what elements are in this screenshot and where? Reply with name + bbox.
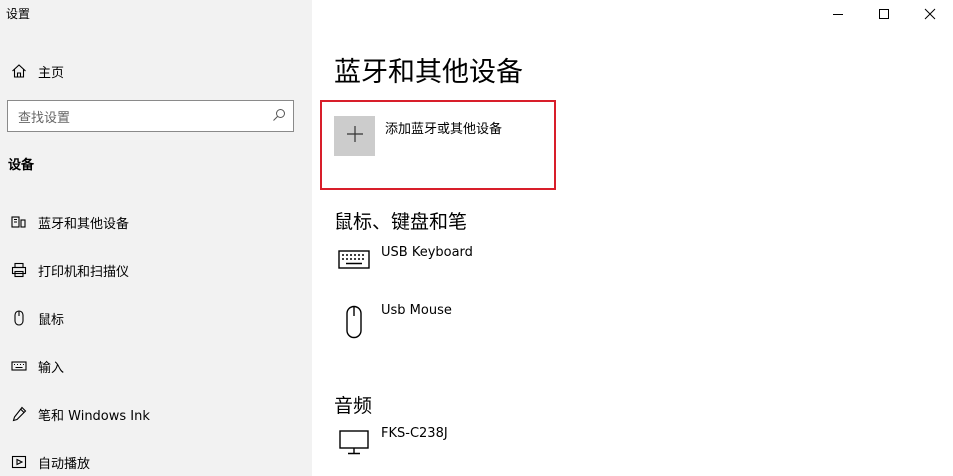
device-name: USB Keyboard (381, 245, 473, 260)
device-name: Usb Mouse (381, 303, 452, 318)
monitor-icon (334, 428, 374, 456)
device-item-keyboard[interactable]: USB Keyboard (334, 245, 473, 271)
search-icon[interactable] (272, 107, 286, 126)
minimize-icon (832, 5, 844, 24)
sidebar: 设置 主页 查找设置 设备 蓝牙和其他设备 打印机和扫描仪 鼠标 输入 笔和 W… (0, 0, 312, 476)
sidebar-item-label: 蓝牙和其他设备 (38, 216, 130, 232)
section-title: 设备 (8, 158, 35, 173)
home-nav-item[interactable]: 主页 (0, 56, 312, 86)
mouse-icon (0, 310, 38, 326)
maximize-icon (878, 5, 890, 24)
page-title: 蓝牙和其他设备 (334, 57, 523, 88)
home-label: 主页 (38, 65, 65, 81)
app-title: 设置 (6, 7, 31, 21)
bluetooth-devices-icon (0, 214, 38, 230)
sidebar-item-pen[interactable]: 笔和 Windows Ink (0, 399, 312, 429)
group-title-audio: 音频 (334, 395, 373, 417)
device-item-mouse[interactable]: Usb Mouse (334, 303, 452, 339)
printer-icon (0, 262, 38, 278)
sidebar-item-autoplay[interactable]: 自动播放 (0, 447, 312, 476)
search-placeholder: 查找设置 (18, 110, 71, 126)
sidebar-item-label: 自动播放 (38, 456, 91, 472)
sidebar-item-printers[interactable]: 打印机和扫描仪 (0, 255, 312, 285)
sidebar-item-mouse[interactable]: 鼠标 (0, 303, 312, 333)
group-title-input-devices: 鼠标、键盘和笔 (334, 211, 468, 233)
minimize-button[interactable] (815, 0, 860, 28)
close-icon (924, 5, 936, 24)
search-input[interactable]: 查找设置 (7, 100, 294, 132)
autoplay-icon (0, 454, 38, 470)
sidebar-item-label: 打印机和扫描仪 (38, 264, 130, 280)
add-device-label[interactable]: 添加蓝牙或其他设备 (385, 118, 502, 137)
add-device-button[interactable] (334, 116, 375, 156)
keyboard-icon (0, 358, 38, 374)
sidebar-item-label: 输入 (38, 360, 65, 376)
sidebar-item-bluetooth[interactable]: 蓝牙和其他设备 (0, 207, 312, 237)
sidebar-item-typing[interactable]: 输入 (0, 351, 312, 381)
pen-icon (0, 406, 38, 422)
mouse-icon (334, 305, 374, 339)
maximize-button[interactable] (861, 0, 906, 28)
sidebar-item-label: 鼠标 (38, 312, 65, 328)
home-icon (0, 63, 38, 79)
sidebar-item-label: 笔和 Windows Ink (38, 408, 150, 424)
keyboard-icon (334, 247, 374, 271)
plus-icon (346, 125, 364, 147)
device-name: FKS-C238J (381, 426, 448, 441)
device-item-audio[interactable]: FKS-C238J (334, 426, 448, 456)
close-button[interactable] (907, 0, 952, 28)
